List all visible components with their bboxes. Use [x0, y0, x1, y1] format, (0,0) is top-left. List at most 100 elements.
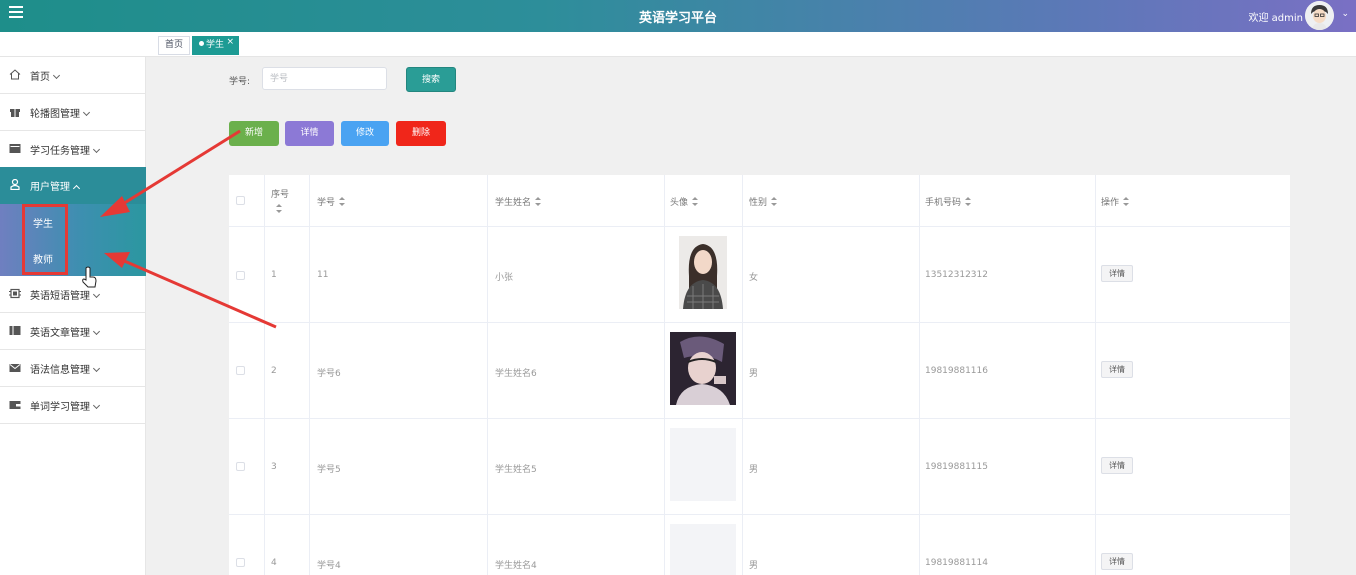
add-button[interactable]: 新增	[229, 121, 279, 146]
avatar-placeholder	[670, 428, 736, 501]
row-checkbox[interactable]	[236, 271, 245, 280]
sort-icon[interactable]	[771, 197, 778, 206]
sort-icon[interactable]	[1123, 197, 1130, 206]
sidebar-item-label: 英语短语管理	[30, 291, 90, 302]
edit-button[interactable]: 修改	[341, 121, 389, 146]
sidebar: 首页 轮播图管理 学习任务管理 用户管理 学生 教师 英语短语管理 英语文章管理…	[0, 57, 146, 575]
sidebar-item-label: 用户管理	[30, 182, 70, 193]
row-detail-button[interactable]: 详情	[1101, 553, 1133, 570]
tab-student[interactable]: 学生 ×	[192, 34, 240, 55]
column-header-label: 序号	[271, 190, 290, 200]
tab-home[interactable]: 首页	[158, 36, 191, 55]
sidebar-item-phrases[interactable]: 英语短语管理	[0, 276, 146, 313]
row-detail-button[interactable]: 详情	[1101, 361, 1133, 378]
folder-icon	[9, 144, 21, 153]
column-header-label: 学生姓名	[495, 198, 532, 208]
top-header: 英语学习平台 欢迎 admin ⌄	[0, 0, 1356, 32]
column-header-gender[interactable]: 性别	[749, 195, 778, 208]
close-icon[interactable]: ×	[226, 34, 234, 51]
search-button[interactable]: 搜索	[406, 67, 456, 92]
column-header-student-name[interactable]: 学生姓名	[495, 195, 542, 208]
sort-icon[interactable]	[276, 204, 282, 213]
sidebar-item-label: 轮播图管理	[30, 109, 80, 120]
sidebar-item-home[interactable]: 首页	[0, 57, 146, 94]
chevron-down-icon	[82, 108, 91, 117]
column-header-label: 学号	[317, 198, 336, 208]
column-header-label: 手机号码	[925, 198, 962, 208]
row-checkbox[interactable]	[236, 462, 245, 471]
sidebar-item-tasks[interactable]: 学习任务管理	[0, 131, 146, 168]
cell-gender: 男	[749, 561, 759, 571]
cell-student-id: 11	[317, 270, 329, 280]
avatar-placeholder	[670, 524, 736, 575]
sidebar-item-words[interactable]: 单词学习管理	[0, 387, 146, 424]
cell-phone: 13512312312	[925, 270, 988, 280]
welcome-text: 欢迎 admin	[1248, 13, 1303, 24]
sidebar-item-carousel[interactable]: 轮播图管理	[0, 94, 146, 131]
sidebar-item-users[interactable]: 用户管理	[0, 167, 146, 204]
column-header-index[interactable]: 序号	[271, 187, 289, 215]
cell-student-name: 小张	[495, 273, 514, 283]
select-all-checkbox[interactable]	[236, 196, 245, 205]
row-checkbox[interactable]	[236, 558, 245, 567]
chevron-down-icon	[92, 401, 101, 410]
avatar-thumbnail[interactable]	[679, 236, 727, 309]
table-row[interactable]: 2 学号6 学生姓名6 男 19819881116 详情	[229, 323, 1290, 419]
cell-phone: 19819881114	[925, 558, 988, 568]
table-row[interactable]: 4 学号4 学生姓名4 男 19819881114 详情	[229, 515, 1290, 575]
cell-student-name: 学生姓名6	[495, 369, 537, 379]
user-icon	[10, 179, 20, 190]
cell-phone: 19819881116	[925, 366, 988, 376]
sort-icon[interactable]	[535, 197, 542, 206]
table-header: 序号 学号 学生姓名 头像 性别 手机号码 操作	[229, 175, 1290, 227]
delete-button[interactable]: 删除	[396, 121, 446, 146]
search-label: 学号:	[229, 77, 251, 87]
chevron-down-icon	[92, 290, 101, 299]
row-detail-button[interactable]: 详情	[1101, 457, 1133, 474]
sort-icon[interactable]	[965, 197, 972, 206]
sidebar-item-label: 单词学习管理	[30, 402, 90, 413]
sort-icon[interactable]	[692, 197, 699, 206]
chevron-down-icon[interactable]: ⌄	[1341, 9, 1349, 19]
row-detail-button[interactable]: 详情	[1101, 265, 1133, 282]
sort-icon[interactable]	[339, 197, 346, 206]
column-header-actions[interactable]: 操作	[1101, 195, 1130, 208]
sidebar-item-label: 英语文章管理	[30, 328, 90, 339]
sidebar-item-label: 语法信息管理	[30, 365, 90, 376]
detail-button[interactable]: 详情	[285, 121, 334, 146]
column-header-phone[interactable]: 手机号码	[925, 195, 972, 208]
active-dot-icon	[199, 41, 204, 46]
avatar-thumbnail[interactable]	[670, 332, 736, 405]
row-checkbox[interactable]	[236, 366, 245, 375]
home-icon	[9, 69, 21, 80]
column-header-label: 性别	[749, 198, 768, 208]
column-header-student-id[interactable]: 学号	[317, 195, 346, 208]
user-avatar[interactable]	[1305, 1, 1334, 30]
cell-gender: 男	[749, 465, 759, 475]
sidebar-item-label: 首页	[30, 72, 50, 83]
chevron-down-icon	[52, 71, 61, 80]
cell-student-name: 学生姓名5	[495, 465, 537, 475]
wallet-icon	[9, 401, 21, 409]
chevron-down-icon	[92, 327, 101, 336]
cell-student-id: 学号5	[317, 465, 341, 475]
cell-student-name: 学生姓名4	[495, 561, 537, 571]
table-row[interactable]: 3 学号5 学生姓名5 男 19819881115 详情	[229, 419, 1290, 515]
cell-index: 2	[271, 366, 277, 376]
student-id-search-input[interactable]	[262, 67, 387, 90]
column-header-label: 操作	[1101, 198, 1120, 208]
cell-index: 4	[271, 558, 277, 568]
sidebar-item-articles[interactable]: 英语文章管理	[0, 313, 146, 350]
app-title: 英语学习平台	[638, 11, 717, 26]
tab-student-label: 学生	[206, 40, 225, 50]
sidebar-item-grammar[interactable]: 语法信息管理	[0, 350, 146, 387]
table-row[interactable]: 1 11 小张 女 13512312312 详情	[229, 227, 1290, 323]
cell-student-id: 学号4	[317, 561, 341, 571]
gift-icon	[10, 109, 20, 117]
chevron-up-icon	[72, 184, 81, 193]
cell-index: 1	[271, 270, 277, 280]
column-header-avatar[interactable]: 头像	[670, 195, 699, 208]
tab-strip: 首页 学生 ×	[0, 32, 1356, 57]
annotation-highlight-box	[22, 204, 68, 275]
cell-phone: 19819881115	[925, 462, 988, 472]
